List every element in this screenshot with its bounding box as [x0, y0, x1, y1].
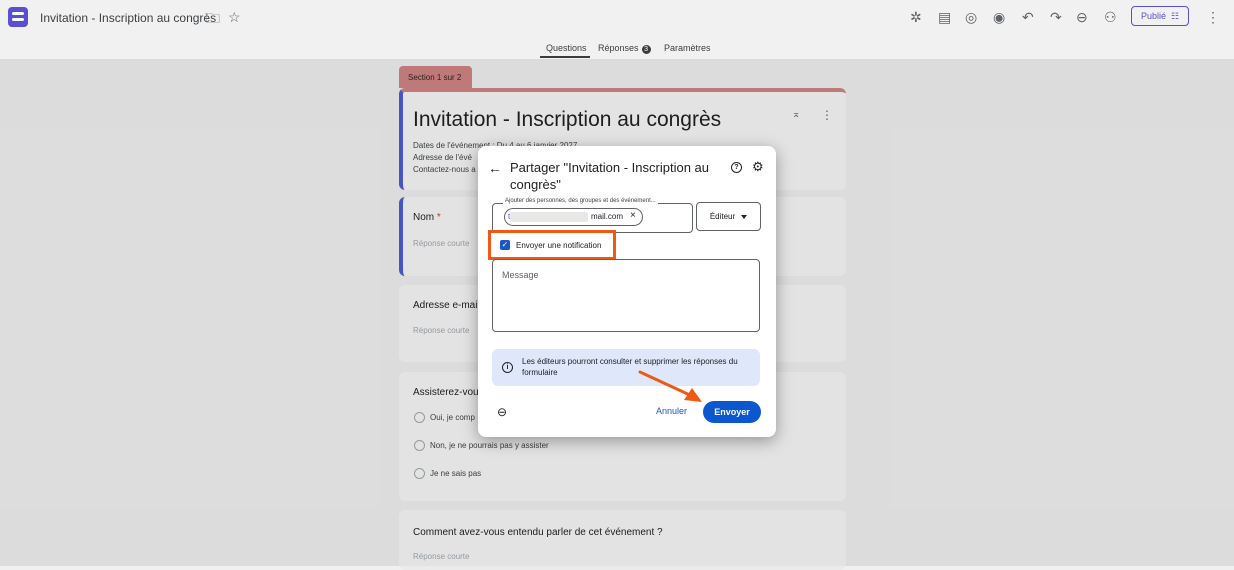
publish-label: Publié: [1140, 11, 1166, 21]
redo-icon[interactable]: ↷: [1050, 9, 1062, 25]
tab-questions[interactable]: Questions: [546, 43, 587, 53]
forms-logo-icon[interactable]: [8, 7, 28, 27]
folder-icon[interactable]: 🗀: [206, 10, 220, 26]
role-label: Éditeur: [709, 212, 736, 221]
addon-icon[interactable]: ✲: [910, 9, 922, 25]
share-dialog: ← Partager "Invitation - Inscription au …: [478, 146, 776, 437]
chip-email: mail.com: [591, 212, 624, 221]
cancel-button[interactable]: Annuler: [656, 406, 687, 416]
star-icon[interactable]: ☆: [228, 9, 241, 25]
info-banner: i Les éditeurs pourront consulter et sup…: [492, 349, 760, 386]
palette-icon[interactable]: ◎: [965, 9, 977, 25]
redacted-email: [510, 212, 588, 222]
undo-icon[interactable]: ↶: [1022, 9, 1034, 25]
send-button[interactable]: Envoyer: [703, 401, 761, 423]
sheets-link-icon[interactable]: ▤: [938, 9, 951, 25]
dropdown-caret-icon: [741, 214, 748, 219]
info-icon: i: [502, 362, 513, 373]
remove-chip-icon[interactable]: ×: [630, 210, 636, 221]
add-people-label: Ajouter des personnes, des groupes et de…: [503, 198, 658, 204]
notify-highlight: ✓ Envoyer une notification: [488, 230, 616, 260]
dialog-title: Partager "Invitation - Inscription au co…: [510, 160, 709, 192]
copy-link-icon[interactable]: ⊖: [497, 405, 507, 419]
add-people-field[interactable]: Ajouter des personnes, des groupes et de…: [492, 198, 693, 233]
gear-icon[interactable]: ⚙: [752, 159, 764, 175]
recipient-chip[interactable]: t mail.com ×: [504, 208, 643, 226]
responses-count-badge: 3: [641, 45, 651, 54]
form-tabs: Questions Réponses 3 Paramètres: [0, 35, 1234, 59]
active-tab-indicator: [540, 56, 590, 58]
message-textarea[interactable]: Message: [492, 259, 760, 332]
role-dropdown[interactable]: Éditeur: [696, 202, 761, 231]
add-collaborator-icon[interactable]: ⚇: [1104, 9, 1117, 25]
annotation-arrow: [638, 370, 702, 402]
publish-button[interactable]: Publié ☷: [1131, 6, 1189, 26]
tab-responses-label: Réponses: [598, 43, 639, 53]
preview-eye-icon[interactable]: ◉: [993, 9, 1005, 25]
more-menu-icon[interactable]: ⋮: [1206, 9, 1220, 25]
tab-settings[interactable]: Paramètres: [664, 43, 711, 53]
chip-avatar-initial: t: [508, 212, 511, 221]
sliders-icon: ☷: [1170, 10, 1180, 21]
back-arrow-icon[interactable]: ←: [488, 160, 502, 176]
tab-responses[interactable]: Réponses 3: [598, 43, 651, 54]
top-bar: Invitation - Inscription au congrès 🗀 ☆ …: [0, 0, 1234, 35]
help-icon[interactable]: ?: [731, 162, 742, 173]
document-title[interactable]: Invitation - Inscription au congrès: [40, 11, 216, 25]
link-icon[interactable]: ⊖: [1076, 9, 1088, 25]
notify-label[interactable]: Envoyer une notification: [516, 241, 601, 250]
message-placeholder: Message: [502, 270, 539, 280]
notify-checkbox[interactable]: ✓: [500, 240, 510, 250]
